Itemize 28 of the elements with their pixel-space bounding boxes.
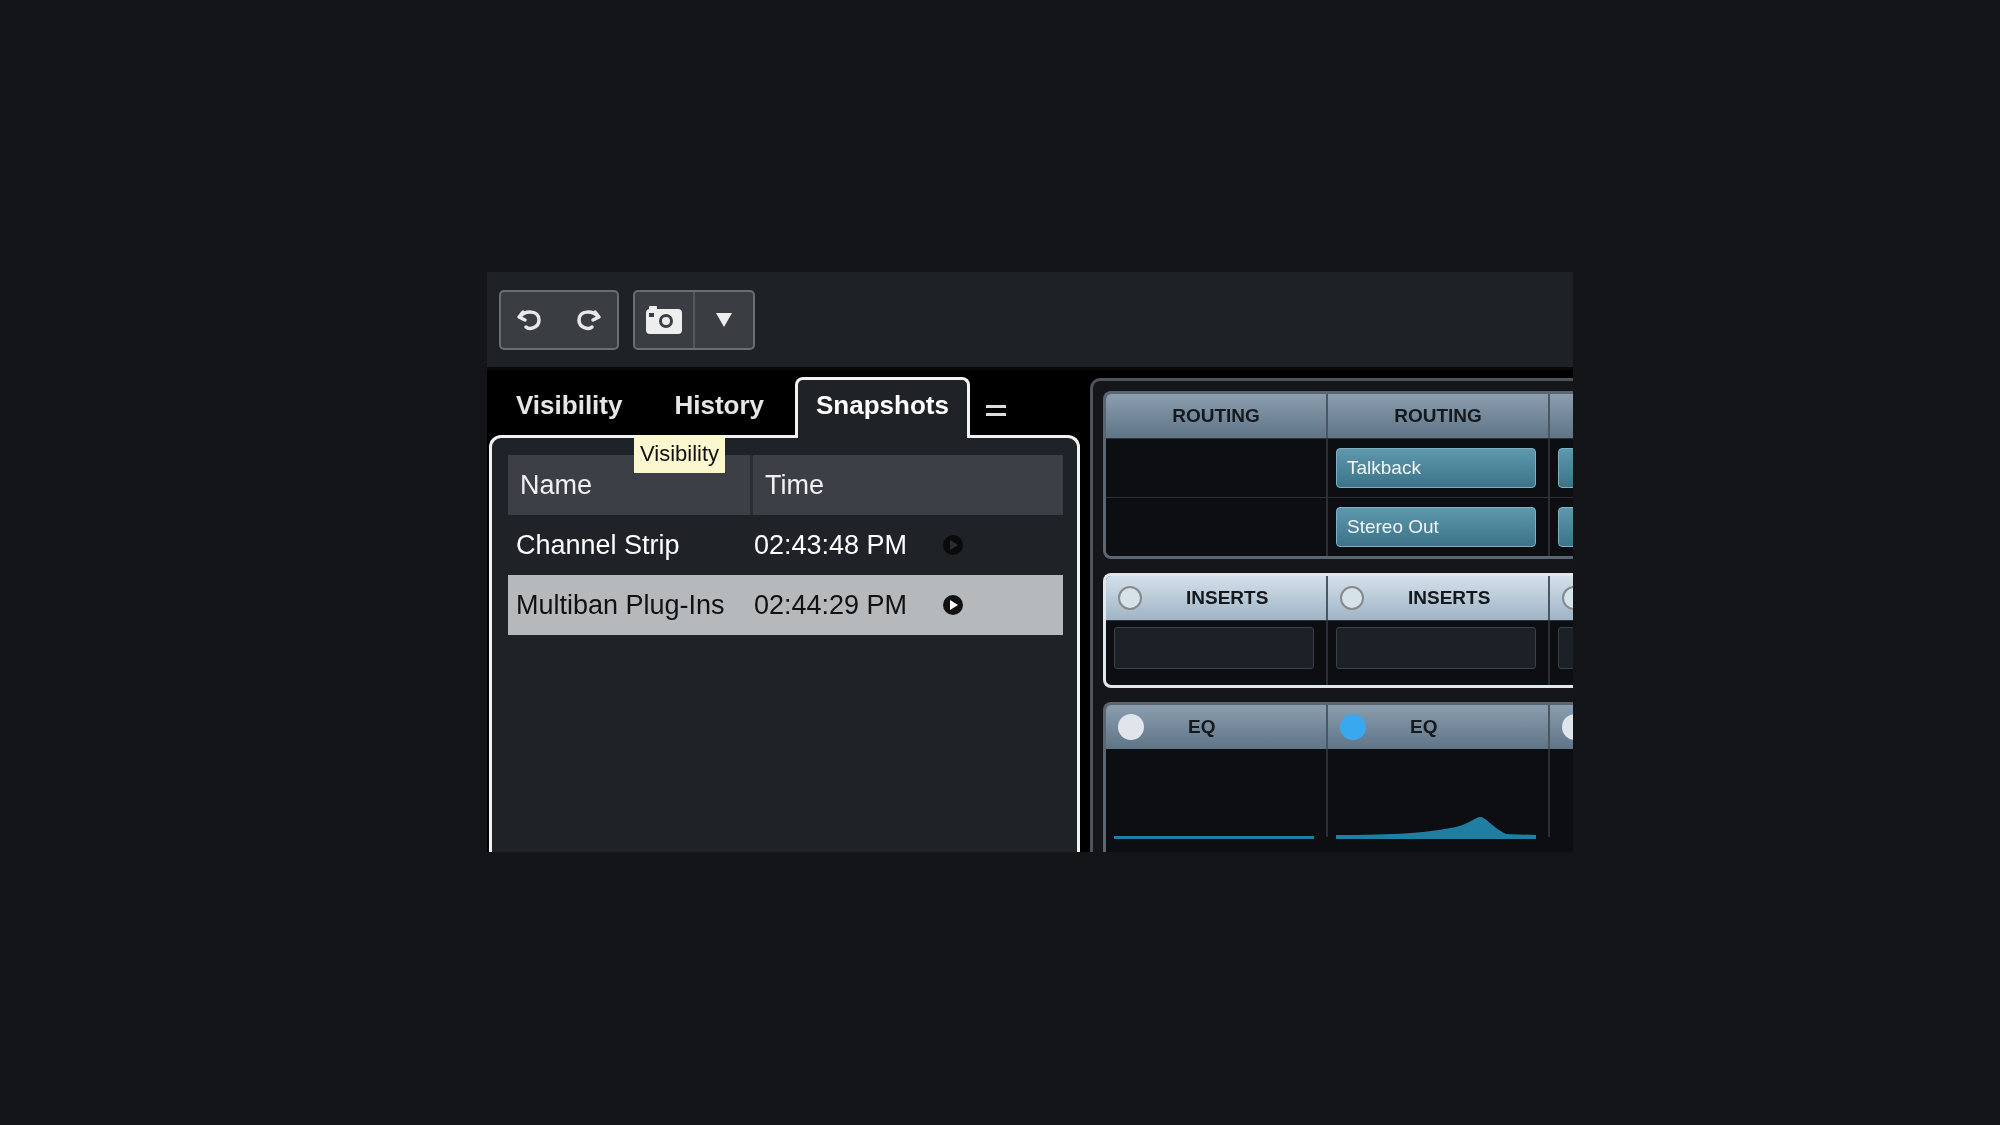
insert-slot[interactable] — [1336, 627, 1536, 669]
play-icon[interactable] — [942, 594, 964, 616]
routing-button[interactable]: Talkback — [1336, 448, 1536, 488]
section-header: EQ — [1410, 716, 1438, 738]
column-header[interactable]: Time — [753, 455, 1063, 515]
snapshot-row[interactable]: Channel Strip 02:43:48 PM — [508, 515, 1063, 575]
eq-toggle[interactable] — [1118, 714, 1144, 740]
section-header: INSERTS — [1408, 587, 1491, 609]
section-header: INSERTS — [1186, 587, 1269, 609]
routing-button[interactable]: Stereo Out — [1336, 507, 1536, 547]
eq-toggle[interactable] — [1340, 714, 1366, 740]
insert-slot[interactable] — [1114, 627, 1314, 669]
snapshot-name: Multiban Plug-Ins — [515, 589, 726, 621]
snapshot-name: Channel Strip — [515, 529, 681, 561]
snapshot-row[interactable]: Multiban Plug-Ins 02:44:29 PM — [508, 575, 1063, 635]
snapshot-time: 02:43:48 PM — [754, 529, 909, 561]
camera-icon — [645, 304, 683, 335]
tab[interactable]: History — [653, 377, 786, 435]
triangle-down-icon — [714, 310, 734, 329]
inserts-toggle[interactable] — [1118, 586, 1142, 610]
inserts-toggle[interactable] — [1340, 586, 1364, 610]
tab[interactable]: Snapshots — [795, 377, 970, 438]
tooltip: Visibility — [634, 435, 726, 473]
section-header: EQ — [1188, 716, 1216, 738]
snapshot-time: 02:44:29 PM — [754, 589, 909, 621]
section-header[interactable]: ROUTING — [1106, 394, 1328, 438]
section-header[interactable]: ROUTING — [1328, 394, 1550, 438]
tab[interactable]: Visibility — [495, 377, 644, 435]
